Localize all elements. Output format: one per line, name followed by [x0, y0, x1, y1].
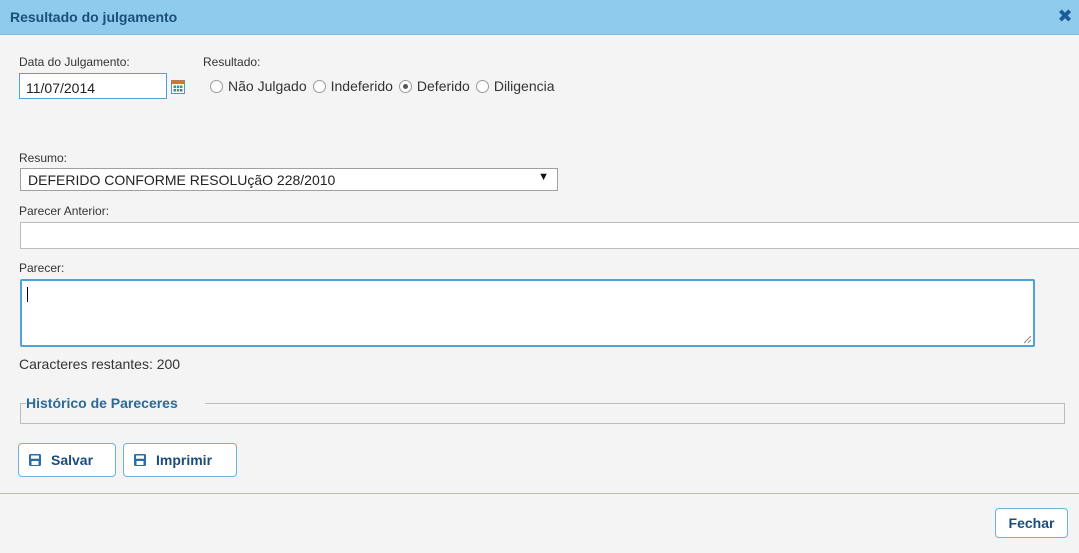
print-disk-icon	[134, 454, 146, 466]
summary-select[interactable]: DEFERIDO CONFORME RESOLUçãO 228/2010 ▼	[20, 168, 558, 191]
dialog-titlebar: Resultado do julgamento ✖	[0, 0, 1079, 35]
dropdown-arrow-icon[interactable]: ▼	[538, 171, 549, 183]
close-x-icon[interactable]: ✖	[1057, 7, 1073, 25]
judgment-result-dialog: Resultado do julgamento ✖ Data do Julgam…	[0, 0, 1079, 553]
date-input[interactable]	[19, 73, 167, 99]
opinion-textarea[interactable]	[20, 279, 1035, 347]
print-button-label: Imprimir	[156, 452, 213, 468]
calendar-icon[interactable]	[171, 80, 185, 94]
previous-opinion-field[interactable]	[20, 222, 1079, 249]
radio-label: Indeferido	[330, 78, 393, 94]
radio-label: Não Julgado	[228, 78, 307, 94]
text-caret	[27, 287, 28, 302]
save-button[interactable]: Salvar	[18, 443, 116, 477]
print-button[interactable]: Imprimir	[123, 443, 237, 477]
close-button[interactable]: Fechar	[995, 508, 1068, 538]
resize-grip-icon[interactable]	[1023, 335, 1032, 344]
dialog-title: Resultado do julgamento	[10, 9, 178, 25]
radio-label: Diligencia	[493, 78, 555, 94]
footer-divider	[0, 493, 1079, 494]
fieldset-border-right	[205, 403, 1065, 404]
date-label: Data do Julgamento:	[19, 55, 130, 69]
previous-opinion-label: Parecer Anterior:	[19, 204, 110, 218]
summary-selected-value: DEFERIDO CONFORME RESOLUçãO 228/2010	[28, 172, 336, 188]
save-button-label: Salvar	[51, 452, 94, 468]
result-radio-group: Não Julgado Indeferido Deferido Diligenc…	[210, 77, 561, 95]
radio-nao-julgado[interactable]: Não Julgado	[210, 78, 307, 94]
opinion-label: Parecer:	[19, 261, 65, 275]
radio-circle[interactable]	[312, 79, 326, 93]
radio-indeferido[interactable]: Indeferido	[312, 78, 393, 94]
history-legend: Histórico de Pareceres	[26, 395, 178, 411]
radio-circle-selected[interactable]	[398, 79, 412, 93]
radio-circle[interactable]	[210, 79, 223, 93]
result-label: Resultado:	[203, 55, 261, 69]
radio-label: Deferido	[416, 78, 470, 94]
chars-remaining: Caracteres restantes: 200	[19, 356, 181, 372]
save-disk-icon	[29, 454, 41, 466]
summary-label: Resumo:	[19, 151, 68, 165]
radio-diligencia[interactable]: Diligencia	[475, 78, 555, 94]
radio-circle[interactable]	[475, 79, 489, 93]
radio-deferido[interactable]: Deferido	[398, 78, 470, 94]
